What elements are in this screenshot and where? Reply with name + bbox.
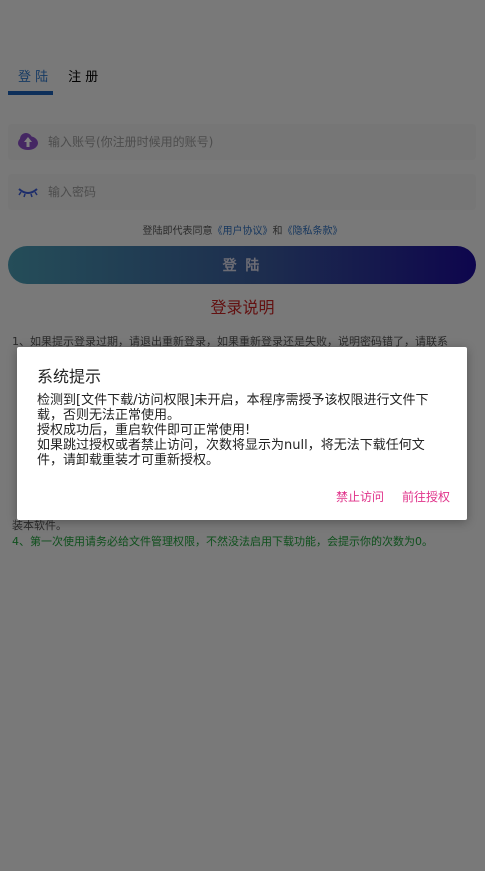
dialog-line-2: 载，否则无法正常使用。 <box>37 408 181 423</box>
dialog-line-5: 件，请卸载重装才可重新授权。 <box>37 453 220 468</box>
dialog-line-3: 授权成功后，重启软件即可正常使用! <box>37 423 251 438</box>
permission-dialog: 系统提示 检测到[文件下载/访问权限]未开启，本程序需授予该权限进行文件下 载，… <box>17 347 467 520</box>
grant-permission-button[interactable]: 前往授权 <box>402 488 450 505</box>
dialog-line-1: 检测到[文件下载/访问权限]未开启，本程序需授予该权限进行文件下 <box>37 393 429 408</box>
deny-access-button[interactable]: 禁止访问 <box>336 488 384 505</box>
dialog-line-4: 如果跳过授权或者禁止访问，次数将显示为null，将无法下载任何文 <box>37 438 425 453</box>
dialog-message: 检测到[文件下载/访问权限]未开启，本程序需授予该权限进行文件下 载，否则无法正… <box>37 393 447 468</box>
dialog-title: 系统提示 <box>37 367 102 386</box>
